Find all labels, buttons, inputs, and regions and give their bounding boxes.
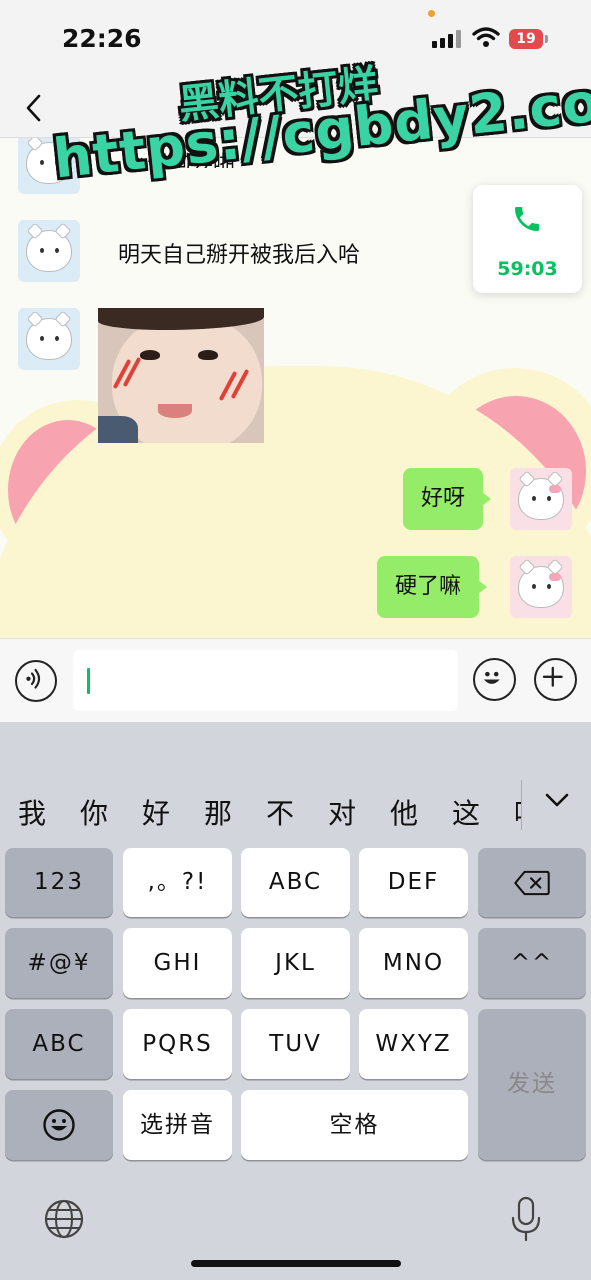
privacy-indicator-dot <box>428 10 435 17</box>
key-emoticon[interactable]: ^^ <box>478 928 586 998</box>
outgoing-message-bubble[interactable]: 好呀 <box>403 468 492 530</box>
message-text[interactable]: 明天自己掰开被我后入哈 <box>118 237 360 269</box>
key-label: ABC <box>268 869 323 895</box>
key-label: WXYZ <box>375 1031 452 1057</box>
outgoing-message-bubble[interactable]: 硬了嘛 <box>377 556 488 618</box>
sticker-image[interactable] <box>98 308 264 443</box>
key-label: JKL <box>275 950 316 976</box>
key-label: ABC <box>32 1031 86 1057</box>
more-functions-button[interactable] <box>534 658 577 701</box>
candidate-word[interactable]: 好 <box>142 792 170 832</box>
smiley-icon <box>43 1109 75 1141</box>
key-label: 空格 <box>329 1112 380 1138</box>
chat-message-list[interactable]: 小母狗要啪 明天自己掰开被我后入哈 好呀 硬了嘛 59:03 <box>0 138 591 638</box>
key-abc-mode[interactable]: ABC <box>5 1009 113 1079</box>
call-duration: 59:03 <box>497 258 558 280</box>
key-emoji[interactable] <box>5 1090 113 1160</box>
candidate-bar: 我 你 好 那 不 对 他 这 呢 <box>0 770 591 846</box>
candidate-word[interactable]: 呢 <box>514 792 521 832</box>
candidate-word[interactable]: 这 <box>452 792 480 832</box>
key-label: 发送 <box>507 1071 557 1097</box>
voice-input-button[interactable] <box>15 660 57 702</box>
keyboard: 我 你 好 那 不 对 他 这 呢 123 ,。?! ABC DEF #@¥ G… <box>0 722 591 1280</box>
battery-icon <box>545 35 548 43</box>
key-label: #@¥ <box>27 950 91 976</box>
key-select-pinyin[interactable]: 选拼音 <box>123 1090 232 1160</box>
key-pqrs[interactable]: PQRS <box>123 1009 232 1079</box>
key-def[interactable]: DEF <box>359 848 468 917</box>
message-text: 好呀 <box>421 486 466 511</box>
key-wxyz[interactable]: WXYZ <box>359 1009 468 1079</box>
candidate-word[interactable]: 他 <box>390 792 418 832</box>
my-avatar[interactable] <box>510 556 572 618</box>
message-input-bar <box>0 638 591 722</box>
cellular-signal-icon <box>432 30 462 48</box>
key-label: TUV <box>269 1031 322 1057</box>
microphone-icon[interactable] <box>509 1196 543 1242</box>
globe-icon[interactable] <box>43 1198 85 1240</box>
key-label: ^^ <box>510 950 554 976</box>
candidate-word[interactable]: 你 <box>80 792 108 832</box>
key-label: 123 <box>34 869 84 895</box>
key-space[interactable]: 空格 <box>241 1090 468 1160</box>
key-ghi[interactable]: GHI <box>123 928 232 998</box>
contact-avatar[interactable] <box>18 308 80 370</box>
candidate-word[interactable]: 我 <box>18 792 46 832</box>
key-punctuation[interactable]: ,。?! <box>123 848 232 917</box>
key-delete[interactable] <box>478 848 586 917</box>
message-text: 硬了嘛 <box>395 574 462 599</box>
back-arrow-icon[interactable] <box>20 88 50 128</box>
home-indicator <box>191 1260 401 1267</box>
smiley-icon <box>483 671 500 684</box>
key-label: DEF <box>387 869 440 895</box>
key-label: PQRS <box>142 1031 213 1057</box>
candidate-divider <box>521 780 522 830</box>
send-button[interactable]: 发送 <box>478 1009 586 1160</box>
key-jkl[interactable]: JKL <box>241 928 350 998</box>
backspace-icon <box>514 870 550 896</box>
key-abc[interactable]: ABC <box>241 848 350 917</box>
key-label: ,。?! <box>147 869 208 895</box>
text-caret <box>87 668 90 694</box>
key-label: MNO <box>382 950 445 976</box>
status-time: 22:26 <box>62 24 142 53</box>
emoji-button[interactable] <box>473 658 516 701</box>
battery-level: 19 <box>509 29 543 49</box>
candidate-word[interactable]: 不 <box>266 792 294 832</box>
chevron-down-icon[interactable] <box>544 790 570 810</box>
candidate-word[interactable]: 对 <box>328 792 356 832</box>
phone-icon <box>515 207 539 231</box>
key-mno[interactable]: MNO <box>359 928 468 998</box>
key-symbols[interactable]: #@¥ <box>5 928 113 998</box>
plus-icon <box>542 666 563 687</box>
wifi-icon <box>472 27 500 47</box>
key-label: GHI <box>153 950 202 976</box>
my-avatar[interactable] <box>510 468 572 530</box>
ongoing-call-widget[interactable]: 59:03 <box>473 185 582 293</box>
key-tuv[interactable]: TUV <box>241 1009 350 1079</box>
key-label: 选拼音 <box>140 1112 215 1138</box>
contact-avatar[interactable] <box>18 220 80 282</box>
message-text-input[interactable] <box>73 650 458 711</box>
key-numbers[interactable]: 123 <box>5 848 113 917</box>
candidate-word[interactable]: 那 <box>204 792 232 832</box>
voice-icon <box>26 668 41 689</box>
